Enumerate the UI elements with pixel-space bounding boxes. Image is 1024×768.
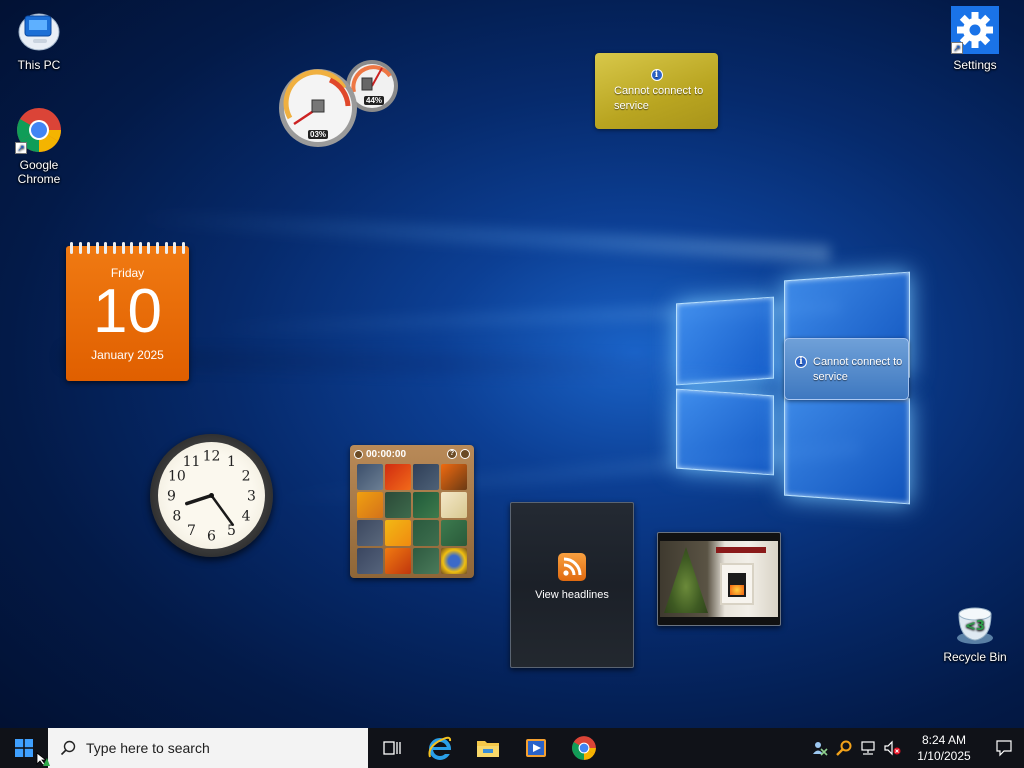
clock-numeral: 1 [227, 454, 236, 470]
shortcut-arrow-icon: ↗ [15, 142, 27, 154]
shortcut-arrow-icon: ↗ [951, 42, 963, 54]
slideshow-image [660, 541, 778, 617]
tray-search-tool[interactable] [832, 728, 856, 768]
tray-network-people[interactable] [808, 728, 832, 768]
clock-numeral: 2 [242, 469, 251, 485]
rss-icon [558, 553, 586, 581]
windows-logo-icon [15, 739, 33, 757]
currency-status-message: Cannot connect to service [614, 85, 704, 112]
weather-gadget[interactable]: i Cannot connect to service [784, 338, 909, 400]
clock-numeral: 7 [187, 523, 196, 539]
calendar-gadget[interactable]: Friday 10 January 2025 [66, 242, 189, 381]
taskbar-internet-explorer[interactable] [416, 728, 464, 768]
desktop-icon-label: Recycle Bin [943, 650, 1007, 664]
clock-numeral: 8 [172, 509, 181, 525]
task-view-icon [383, 741, 401, 755]
puzzle-timer: 00:00:00 [366, 448, 407, 460]
puzzle-grid[interactable] [357, 464, 467, 574]
help-icon[interactable]: ? [447, 449, 457, 459]
clock-numeral: 9 [167, 489, 176, 505]
info-icon: i [650, 69, 663, 81]
gear-icon: ↗ [951, 6, 999, 54]
calendar-month-year: January 2025 [91, 348, 164, 362]
taskbar-date: 1/10/2025 [917, 749, 971, 763]
desktop-icon-label: Google Chrome [17, 158, 61, 186]
clock-hour-hand [185, 493, 214, 506]
calendar-day: 10 [93, 277, 162, 346]
search-box[interactable]: Type here to search [48, 728, 368, 768]
timer-icon [354, 449, 363, 459]
cpu-meter-gadget[interactable]: 03% 44% [278, 58, 402, 150]
task-view-button[interactable] [368, 728, 416, 768]
slideshow-gadget[interactable] [657, 532, 781, 626]
chrome-icon [572, 736, 596, 760]
currency-gadget[interactable]: i Cannot connect to service [595, 53, 718, 129]
tray-volume[interactable] [880, 728, 904, 768]
clock-face: 12 1 2 3 4 5 6 7 8 9 10 11 [158, 442, 265, 549]
taskbar-media-player[interactable] [512, 728, 560, 768]
calendar-rings [70, 242, 185, 256]
feed-headlines-gadget[interactable]: View headlines [510, 502, 634, 668]
info-icon: i [795, 356, 807, 368]
cursor-busy-icon [36, 752, 50, 766]
people-icon [813, 742, 828, 756]
taskbar-time: 8:24 AM [921, 733, 967, 747]
magnifier-icon [836, 740, 852, 756]
clock-numeral: 12 [203, 449, 221, 465]
desktop-icon-label: This PC [17, 58, 61, 72]
desktop-icon-label: Settings [953, 58, 997, 72]
action-center-button[interactable] [984, 728, 1024, 768]
desktop-icon-google-chrome[interactable]: ↗ Google Chrome [1, 106, 77, 186]
taskbar-clock[interactable]: 8:24 AM 1/10/2025 [908, 732, 980, 764]
media-player-icon [526, 739, 546, 757]
clock-center-pin [209, 493, 214, 498]
desktop-icon-settings[interactable]: ↗ Settings [937, 6, 1013, 72]
clock-numeral: 3 [247, 489, 256, 505]
search-placeholder: Type here to search [86, 740, 210, 756]
taskbar-file-explorer[interactable] [464, 728, 512, 768]
taskbar: Type here to search 8:24 AM 1/10/2025 [0, 728, 1024, 768]
taskbar-google-chrome[interactable] [560, 728, 608, 768]
search-icon [60, 740, 76, 756]
svg-text:<3: <3 [965, 619, 985, 634]
weather-status-message: Cannot connect to service [813, 356, 903, 383]
computer-icon [15, 6, 63, 54]
recycle-bin-icon: <3 [951, 598, 999, 646]
network-icon [861, 741, 875, 755]
internet-explorer-icon [428, 736, 452, 760]
clock-numeral: 11 [183, 454, 201, 470]
tray-network[interactable] [856, 728, 880, 768]
clock-numeral: 6 [207, 529, 216, 545]
desktop-icon-recycle-bin[interactable]: <3 Recycle Bin [937, 598, 1013, 664]
view-headlines-link[interactable]: View headlines [511, 589, 633, 601]
notification-icon [996, 740, 1012, 757]
chrome-icon: ↗ [15, 106, 63, 154]
file-explorer-icon [477, 741, 499, 757]
cpu-percent: 03% [308, 130, 329, 139]
clock-gadget[interactable]: 12 1 2 3 4 5 6 7 8 9 10 11 [150, 434, 273, 557]
desktop-icon-this-pc[interactable]: This PC [1, 6, 77, 72]
picture-puzzle-gadget[interactable]: 00:00:00 ? [350, 445, 474, 578]
memory-percent: 44% [364, 96, 385, 105]
clock-numeral: 10 [168, 469, 186, 485]
shuffle-icon[interactable] [460, 449, 470, 459]
clock-dial: 12 12 3 45678 9 1011 [167, 449, 256, 545]
volume-muted-icon [884, 740, 901, 756]
system-tray: 8:24 AM 1/10/2025 [808, 728, 1024, 768]
start-button[interactable] [0, 728, 50, 768]
clock-numeral: 4 [242, 509, 251, 525]
clock-numeral: 5 [227, 523, 236, 539]
clock-minute-hand [210, 494, 234, 526]
